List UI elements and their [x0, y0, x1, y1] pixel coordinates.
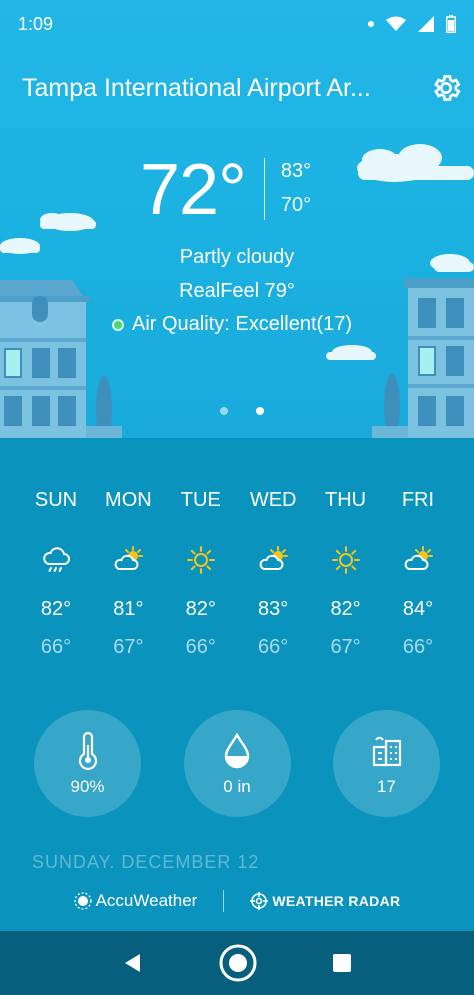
partly-sunny-icon: [114, 546, 144, 570]
date-header: SUNDAY, DECEMBER 12: [32, 852, 260, 868]
android-nav-bar: [0, 931, 474, 995]
current-temperature-block: 72° 83° 70°: [140, 150, 311, 230]
gear-icon[interactable]: [430, 72, 462, 104]
footer: AccuWeather WEATHER RADAR: [0, 884, 474, 918]
notification-dot-icon: [368, 21, 374, 27]
air-quality-circle[interactable]: 17: [333, 710, 440, 817]
air-quality-value: 17: [377, 776, 396, 796]
day-low: 66°: [402, 636, 434, 658]
page-dot-active[interactable]: [256, 407, 264, 415]
status-time: 1:09: [18, 13, 54, 34]
air-quality-dot-icon: [112, 318, 124, 331]
precipitation-value: 0 in: [223, 776, 251, 796]
day-name: SUN: [34, 489, 78, 511]
accuweather-link[interactable]: AccuWeather: [73, 891, 198, 911]
day-low: 66°: [185, 636, 216, 658]
day-low: 67°: [330, 636, 361, 658]
day-name: THU: [325, 489, 367, 511]
forecast-day[interactable]: FRI 84° 66°: [382, 486, 454, 676]
day-low: 66°: [40, 636, 72, 658]
sun-icon: [186, 546, 215, 574]
forecast-day[interactable]: TUE 82° 66°: [165, 486, 237, 676]
day-high: 82°: [330, 598, 361, 620]
accuweather-sun-icon: [73, 892, 92, 910]
page-dot[interactable]: [220, 407, 228, 415]
header: Tampa International Airport Ar...: [22, 68, 462, 108]
status-bar: 1:09: [0, 0, 474, 48]
forecast-day[interactable]: MON 81° 67°: [92, 486, 164, 676]
cell-signal-icon: [418, 16, 434, 32]
partly-sunny-icon: [259, 546, 289, 570]
battery-icon: [446, 15, 456, 33]
location-title[interactable]: Tampa International Airport Ar...: [22, 74, 402, 103]
precipitation-drop-icon: [224, 732, 250, 768]
low-temp: 70°: [280, 194, 312, 216]
weather-radar-link[interactable]: WEATHER RADAR: [250, 892, 400, 910]
humidity-circle[interactable]: 90%: [34, 710, 141, 817]
day-name: FRI: [401, 489, 435, 511]
sky-scene: 1:09 Tampa International Airport Ar... 7…: [0, 0, 474, 438]
radar-crosshair-icon: [250, 892, 269, 910]
back-icon[interactable]: [122, 952, 144, 974]
accuweather-label: AccuWeather: [95, 891, 198, 910]
day-low: 66°: [258, 636, 289, 658]
forecast-day[interactable]: SUN 82° 66°: [20, 486, 92, 676]
high-temp: 83°: [280, 160, 312, 182]
day-high: 84°: [402, 598, 434, 620]
condition-text: Partly cloudy: [179, 246, 295, 268]
daily-forecast: SUN 82° 66° MON 81° 67° TUE 82° 66° WED: [20, 486, 454, 676]
day-high: 82°: [185, 598, 216, 620]
air-quality[interactable]: Air Quality: Excellent(17): [112, 313, 352, 336]
air-quality-building-icon: [372, 736, 401, 766]
forecast-day[interactable]: WED 83° 66°: [237, 486, 309, 676]
page-indicator[interactable]: [220, 407, 264, 415]
precipitation-circle[interactable]: 0 in: [183, 710, 291, 817]
humidity-thermometer-icon: [78, 731, 97, 770]
day-high: 82°: [40, 598, 72, 620]
detail-circles: 90% 0 in 17: [34, 710, 440, 818]
air-quality-text: Air Quality: Excellent(17): [132, 313, 353, 335]
day-high: 81°: [113, 598, 144, 620]
realfeel-text: RealFeel 79°: [179, 280, 295, 302]
recents-icon[interactable]: [332, 953, 352, 973]
day-high: 83°: [258, 598, 289, 620]
temp-divider: [263, 158, 265, 220]
day-low: 67°: [113, 636, 144, 658]
partly-sunny-icon: [404, 546, 433, 570]
sun-icon: [331, 546, 360, 574]
wifi-icon: [386, 16, 406, 31]
day-name: MON: [105, 489, 152, 511]
current-temp: 72°: [140, 150, 247, 230]
footer-divider: [223, 890, 225, 912]
home-icon[interactable]: [218, 943, 258, 983]
humidity-value: 90%: [70, 776, 105, 796]
day-name: WED: [249, 489, 297, 511]
day-name: TUE: [180, 489, 221, 511]
rain-cloud-icon: [43, 547, 70, 572]
forecast-day[interactable]: THU 82° 67°: [310, 486, 382, 676]
weather-radar-label: WEATHER RADAR: [272, 893, 401, 909]
